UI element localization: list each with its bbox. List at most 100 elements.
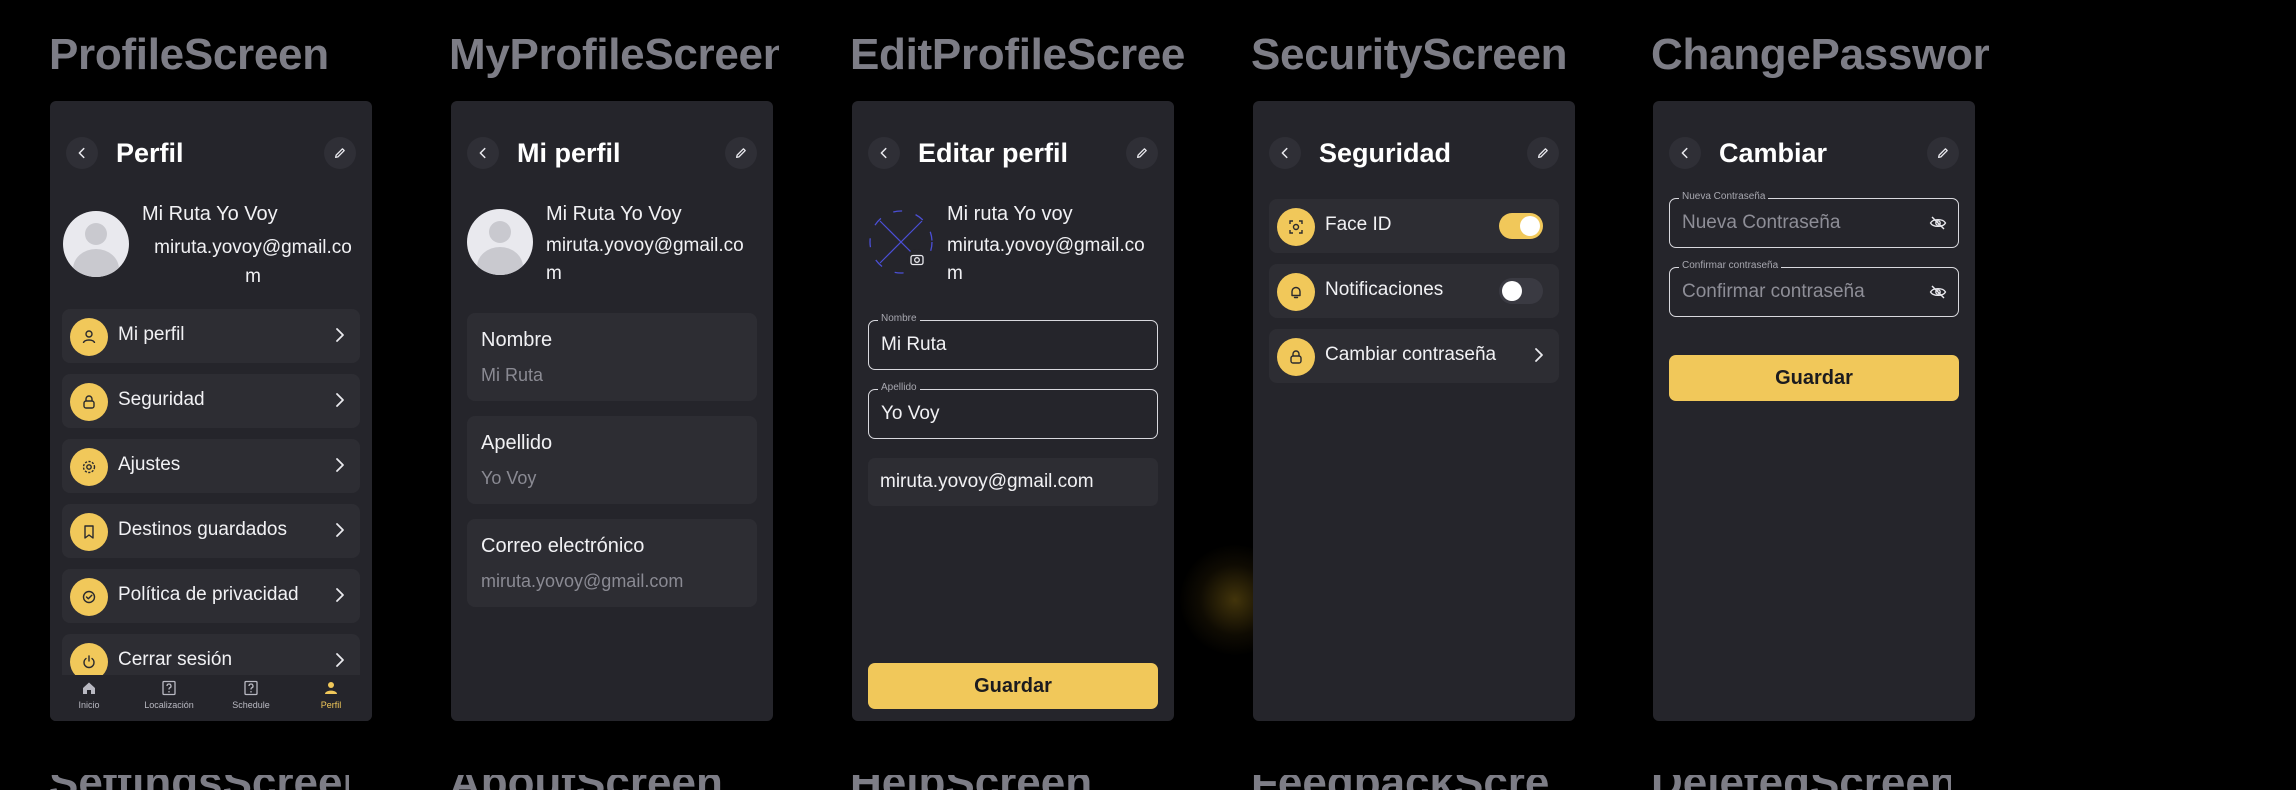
first-name-field[interactable]: Nombre Mi Ruta: [868, 313, 1158, 370]
gear-icon: [70, 448, 108, 486]
pencil-icon: [1937, 148, 1948, 159]
save-button[interactable]: Guardar: [868, 663, 1158, 709]
user-email-line2: m: [546, 263, 562, 284]
menu-item-my-profile[interactable]: Mi perfil: [62, 309, 360, 363]
info-card-last-name: Apellido Yo Voy: [467, 416, 757, 504]
info-value: Yo Voy: [481, 468, 537, 488]
user-email-line1: miruta.yovoy@gmail.co: [546, 235, 744, 256]
bookmark-icon: [70, 513, 108, 551]
column-title-deleted: DeletedScreen: [1651, 775, 1951, 790]
back-button[interactable]: [1269, 137, 1301, 169]
edit-button[interactable]: [1927, 137, 1959, 169]
help-box-icon: [244, 680, 258, 696]
avatar-upload[interactable]: [868, 209, 934, 275]
field-label: Nombre: [878, 313, 920, 324]
edit-button[interactable]: [1527, 137, 1559, 169]
chevron-left-icon: [78, 147, 85, 159]
column-title-settings: SettingsScreen: [49, 775, 349, 790]
edit-profile-header: Editar perfil: [852, 135, 1174, 171]
eye-off-icon[interactable]: [1928, 282, 1948, 302]
confirm-password-field[interactable]: Confirmar contraseña Confirmar contraseñ…: [1669, 260, 1959, 317]
new-password-field[interactable]: Nueva Contraseña Nueva Contraseña: [1669, 191, 1959, 248]
eye-off-icon[interactable]: [1928, 213, 1948, 233]
edit-profile-screen: Editar perfil Mi ruta Yo voy miruta.yovo…: [852, 101, 1174, 721]
change-password-header: Cambiar: [1653, 135, 1975, 171]
back-button[interactable]: [1669, 137, 1701, 169]
profile-screen: Perfil Mi Ruta Yo Voy miruta.yovoy@gmail…: [50, 101, 372, 721]
security-item-label: Notificaciones: [1325, 279, 1444, 300]
lock-icon: [70, 383, 108, 421]
pencil-icon: [1537, 148, 1548, 159]
user-email-line2: m: [245, 266, 261, 287]
user-email-line2: m: [947, 263, 963, 284]
pencil-icon: [735, 148, 746, 159]
page-title: Seguridad: [1319, 138, 1452, 168]
security-screen: Seguridad Face ID Notificaciones Cambiar…: [1253, 101, 1575, 721]
menu-item-security[interactable]: Seguridad: [62, 374, 360, 428]
person-icon: [325, 682, 337, 694]
email-field[interactable]: miruta.yovoy@gmail.com: [868, 458, 1158, 506]
column-title-feedback: FeedbackScreen: [1251, 775, 1551, 790]
tab-schedule[interactable]: Schedule: [216, 679, 286, 711]
field-label: Apellido: [878, 382, 920, 393]
security-item-change-password[interactable]: Cambiar contraseña: [1269, 329, 1559, 383]
column-title-change-password: ChangePasswordScreen: [1651, 30, 1989, 79]
security-header: Seguridad: [1253, 135, 1575, 171]
chevron-right-icon: [336, 458, 344, 472]
menu-item-settings[interactable]: Ajustes: [62, 439, 360, 493]
field-label: Confirmar contraseña: [1679, 260, 1782, 271]
user-name: Mi Ruta Yo Voy: [142, 203, 278, 225]
chevron-left-icon: [1681, 147, 1688, 159]
camera-icon[interactable]: [907, 249, 927, 269]
back-button[interactable]: [66, 137, 98, 169]
page-title: Perfil: [116, 138, 184, 168]
tab-label: Perfil: [320, 700, 342, 710]
column-title-my-profile: MyProfileScreen: [449, 30, 779, 79]
tab-label: Inicio: [78, 700, 100, 710]
notifications-toggle[interactable]: [1499, 278, 1543, 304]
edit-button[interactable]: [324, 137, 356, 169]
page-title: Mi perfil: [517, 138, 621, 168]
menu-item-saved-destinations[interactable]: Destinos guardados: [62, 504, 360, 558]
save-button[interactable]: Guardar: [1669, 355, 1959, 401]
shield-icon: [70, 578, 108, 616]
chevron-right-icon: [336, 328, 344, 342]
tab-label: Localización: [144, 700, 194, 710]
column-title-edit-profile: EditProfileScreen: [850, 30, 1186, 79]
security-item-label: Face ID: [1325, 214, 1392, 235]
bell-icon: [1277, 273, 1315, 311]
chevron-right-icon: [336, 653, 344, 667]
tab-home[interactable]: Inicio: [54, 679, 124, 711]
edit-button[interactable]: [725, 137, 757, 169]
tab-location[interactable]: Localización: [134, 679, 204, 711]
back-button[interactable]: [467, 137, 499, 169]
page-title: Editar perfil: [918, 138, 1069, 168]
face-id-toggle[interactable]: [1499, 213, 1543, 239]
field-value: Mi Ruta: [881, 334, 947, 355]
info-label: Nombre: [481, 329, 553, 351]
security-item-face-id: Face ID: [1269, 199, 1559, 253]
menu-item-label: Destinos guardados: [118, 519, 287, 540]
info-label: Correo electrónico: [481, 535, 645, 557]
my-profile-header: Mi perfil: [451, 135, 773, 171]
last-name-field[interactable]: Apellido Yo Voy: [868, 382, 1158, 439]
chevron-left-icon: [1281, 147, 1288, 159]
avatar: [467, 209, 533, 275]
my-profile-screen: Mi perfil Mi Ruta Yo Voy miruta.yovoy@gm…: [451, 101, 773, 721]
info-card-first-name: Nombre Mi Ruta: [467, 313, 757, 401]
chevron-right-icon: [336, 393, 344, 407]
menu-item-label: Mi perfil: [118, 324, 185, 345]
security-item-notifications: Notificaciones: [1269, 264, 1559, 318]
field-value: Yo Voy: [881, 403, 940, 424]
tab-profile[interactable]: Perfil: [296, 679, 366, 711]
user-email-line1: miruta.yovoy@gmail.co: [947, 235, 1145, 256]
edit-button[interactable]: [1126, 137, 1158, 169]
field-value: miruta.yovoy@gmail.com: [880, 471, 1094, 492]
back-button[interactable]: [868, 137, 900, 169]
menu-item-privacy-policy[interactable]: Política de privacidad: [62, 569, 360, 623]
face-id-icon: [1277, 208, 1315, 246]
security-item-label: Cambiar contraseña: [1325, 344, 1497, 365]
field-label: Nueva Contraseña: [1679, 191, 1769, 202]
user-name: Mi ruta Yo voy: [947, 203, 1073, 225]
chevron-left-icon: [880, 147, 887, 159]
